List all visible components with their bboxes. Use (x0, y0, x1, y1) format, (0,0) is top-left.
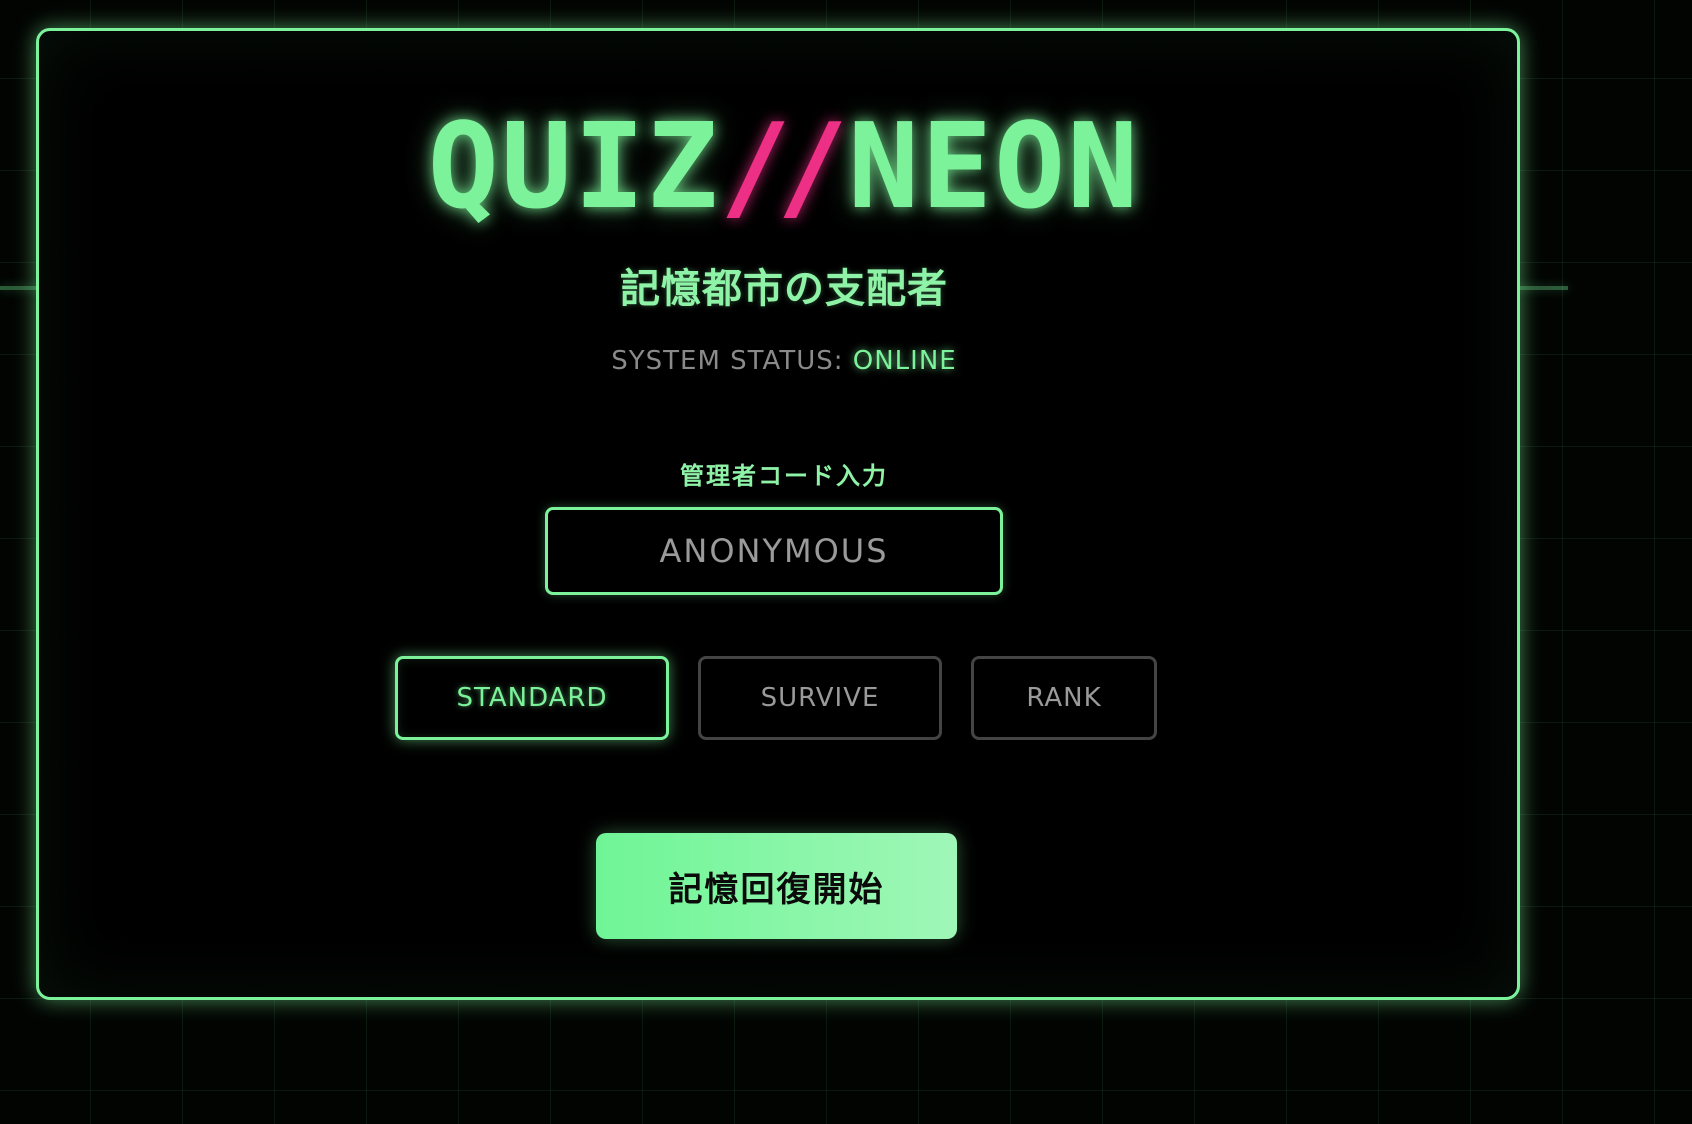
mode-standard-button[interactable]: STANDARD (395, 656, 669, 740)
app-title: QUIZ//NEON (0, 106, 1568, 226)
title-neon: NEON (848, 97, 1141, 235)
title-slash: // (719, 97, 848, 235)
status-label: SYSTEM STATUS: (611, 346, 853, 376)
title-quiz: QUIZ (427, 97, 720, 235)
start-button-label: 記憶回復開始 (668, 869, 885, 910)
mode-standard-label: STANDARD (456, 683, 608, 713)
system-status: SYSTEM STATUS: ONLINE (0, 346, 1568, 376)
subtitle: 記憶都市の支配者 (620, 266, 948, 312)
status-value: ONLINE (852, 346, 957, 376)
mode-rank-label: RANK (1026, 683, 1102, 713)
mode-survive-label: SURVIVE (760, 683, 880, 713)
mode-survive-button[interactable]: SURVIVE (698, 656, 942, 740)
admin-code-label: 管理者コード入力 (680, 462, 888, 490)
admin-code-input[interactable] (545, 507, 1003, 595)
mode-rank-button[interactable]: RANK (971, 656, 1157, 740)
start-button[interactable]: 記憶回復開始 (596, 833, 957, 939)
